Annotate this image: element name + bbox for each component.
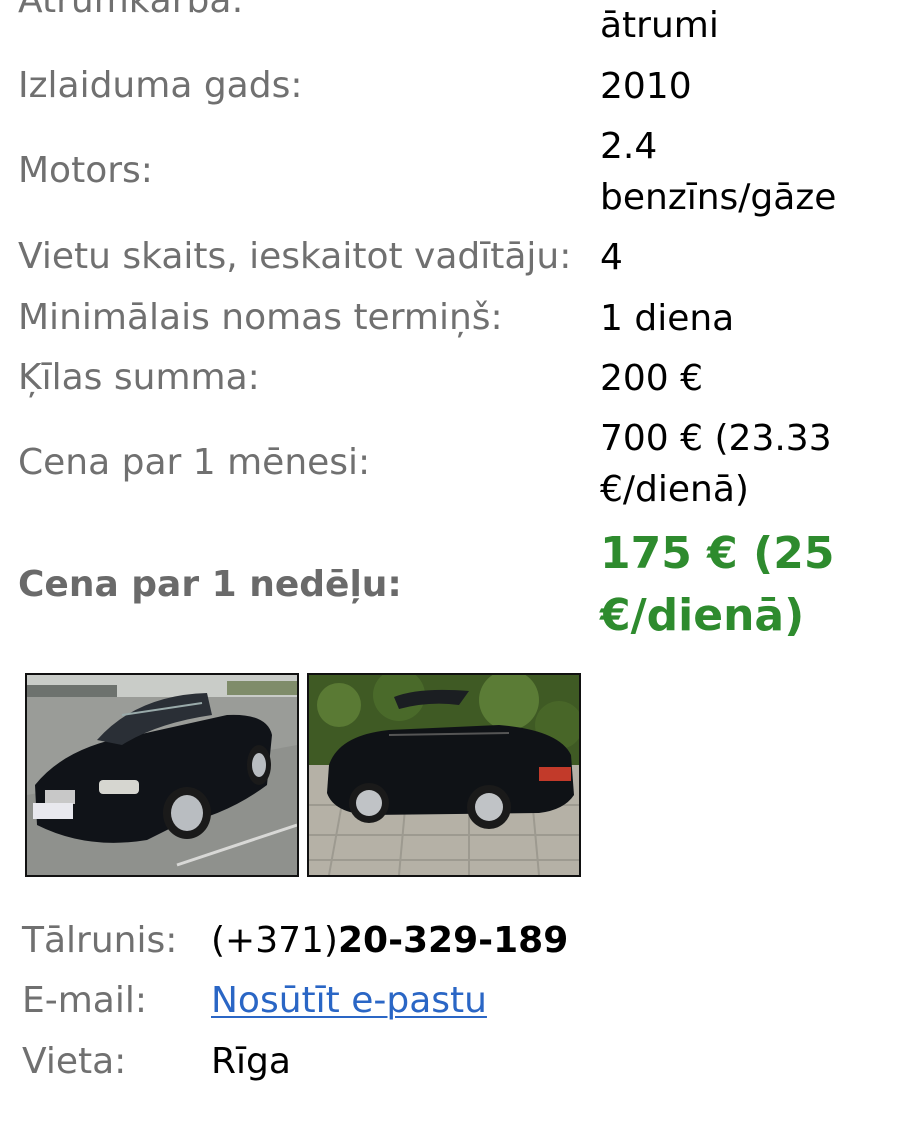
min-term-value: 1 diena [600,298,735,339]
gearbox-value: ātrumi [600,5,719,46]
deposit-label: Ķīlas summa: [18,357,260,398]
email-value: Nosūtīt e-pastu [211,976,487,1026]
week-price-value-line1: 175 € (25 [600,528,835,579]
seats-label: Vietu skaits, ieskaitot vadītāju: [18,236,572,277]
car-photo-2-image [309,675,579,875]
phone-number[interactable]: 20-329-189 [338,920,568,961]
min-term-label: Minimālais nomas termiņš: [18,297,503,338]
location-label: Vieta: [22,1041,127,1082]
send-email-link[interactable]: Nosūtīt e-pastu [211,980,487,1021]
week-price-label: Cena par 1 nedēļu: [18,564,402,605]
year-value: 2010 [600,66,692,107]
engine-label: Motors: [18,150,153,191]
year-label: Izlaiduma gads: [18,65,303,106]
month-price-label: Cena par 1 mēnesi: [18,442,371,483]
deposit-value: 200 € [600,358,704,399]
phone-prefix: (+371) [211,920,338,961]
engine-value-line2: benzīns/gāze [600,177,837,218]
phone-value: (+371)20-329-189 [211,916,568,966]
month-price-value-line2: €/dienā) [600,469,749,510]
month-price-value-line1: 700 € (23.33 [600,418,832,459]
car-photo-2[interactable] [307,673,581,877]
location-value: Rīga [211,1041,291,1082]
week-price-value-line2: €/dienā) [600,590,805,641]
gearbox-label: Ātrumkārba: [18,0,244,21]
engine-value-line1: 2.4 [600,126,658,167]
car-photo-1[interactable] [25,673,299,877]
phone-label: Tālrunis: [22,920,178,961]
email-label: E-mail: [22,980,147,1021]
seats-value: 4 [600,237,623,278]
car-photo-1-image [27,675,297,875]
